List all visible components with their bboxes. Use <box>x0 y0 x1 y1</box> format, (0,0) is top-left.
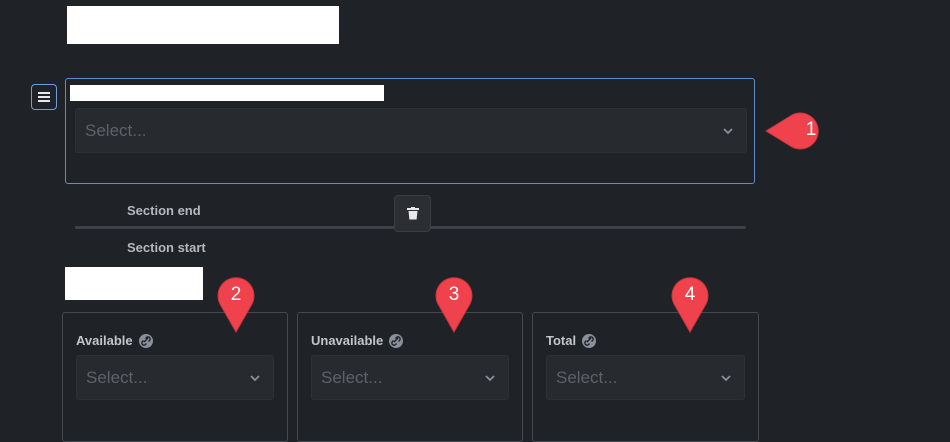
field-card-total[interactable]: Total Select... <box>532 312 759 442</box>
link-icon[interactable] <box>389 333 404 348</box>
select-placeholder: Select... <box>556 367 618 387</box>
redacted-title <box>67 6 339 44</box>
field-menu-button[interactable] <box>31 84 57 110</box>
hamburger-icon <box>38 92 50 102</box>
total-select[interactable]: Select... <box>546 355 745 400</box>
field-label-text: Unavailable <box>311 333 384 348</box>
field-label-available: Available <box>76 333 153 348</box>
link-icon[interactable] <box>138 333 153 348</box>
chevron-down-icon <box>485 374 495 381</box>
select-placeholder: Select... <box>85 120 147 140</box>
select-placeholder: Select... <box>86 367 148 387</box>
callout-number-2: 2 <box>230 284 242 305</box>
redacted-section-title <box>65 267 203 300</box>
section-start-label: Section start <box>127 240 206 255</box>
field-label-text: Total <box>546 333 577 348</box>
chevron-down-icon <box>721 374 731 381</box>
section-end-label: Section end <box>127 203 201 218</box>
unavailable-select[interactable]: Select... <box>311 355 509 400</box>
field-label-text: Available <box>76 333 133 348</box>
callout-number-3: 3 <box>448 284 460 305</box>
select-placeholder: Select... <box>321 367 383 387</box>
selected-field-panel[interactable]: Select... <box>65 78 755 184</box>
delete-section-button[interactable] <box>394 195 431 232</box>
link-icon[interactable] <box>582 333 597 348</box>
redacted-field-label <box>70 85 384 101</box>
field-card-unavailable[interactable]: Unavailable Select... <box>297 312 523 442</box>
trash-icon <box>406 207 419 220</box>
available-select[interactable]: Select... <box>76 355 274 400</box>
callout-number-4: 4 <box>684 284 696 305</box>
field-label-total: Total <box>546 333 597 348</box>
callout-number-1: 1 <box>805 119 817 140</box>
chevron-down-icon <box>250 374 260 381</box>
field-label-unavailable: Unavailable <box>311 333 404 348</box>
chevron-down-icon <box>723 127 733 134</box>
field-select[interactable]: Select... <box>75 108 747 153</box>
